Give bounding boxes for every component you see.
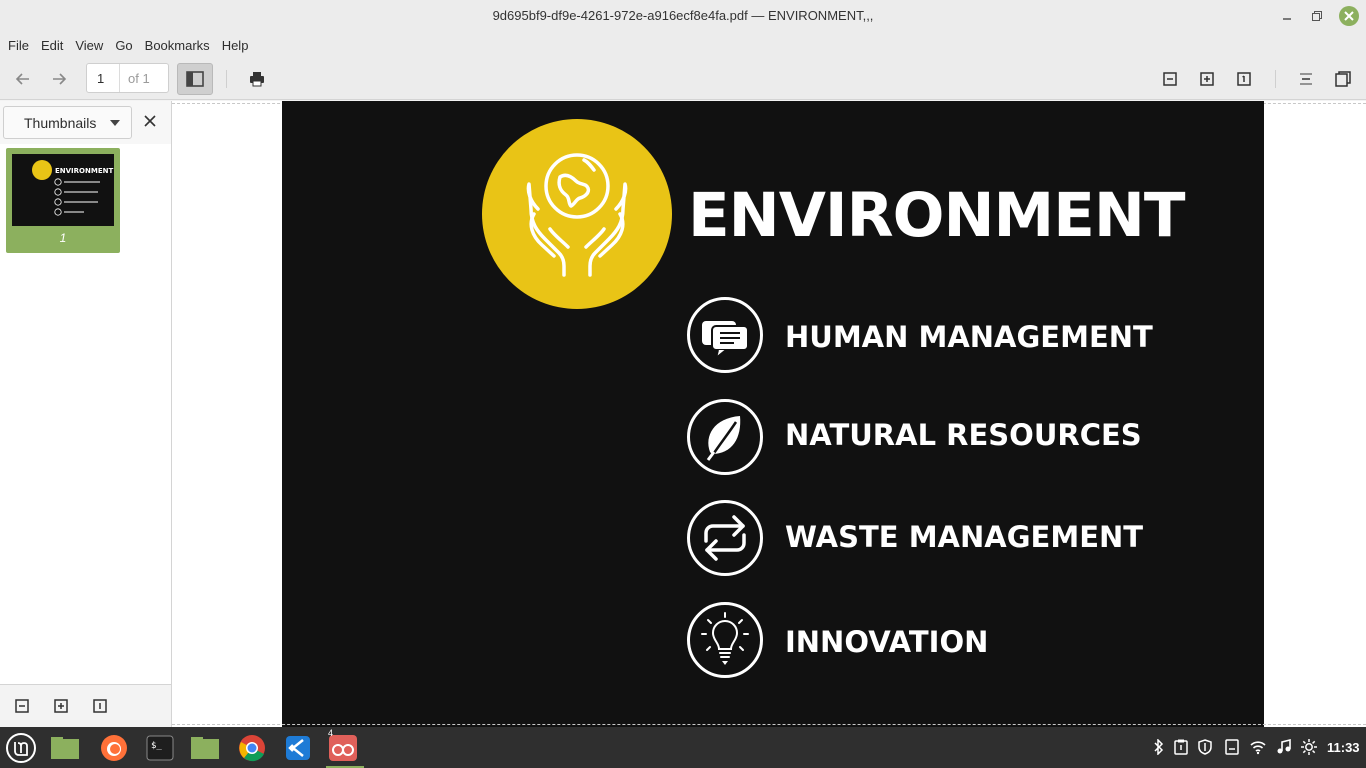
vscode-launcher[interactable]	[281, 731, 315, 765]
files-icon	[191, 737, 219, 759]
firefox-launcher[interactable]	[97, 731, 131, 765]
taskbar: $_ 4 11:33	[0, 727, 1366, 768]
page-total-label: of 1	[128, 71, 150, 86]
hands-globe-icon	[526, 153, 628, 277]
menu-edit[interactable]: Edit	[35, 38, 69, 53]
zoom-reset-icon	[1237, 72, 1251, 86]
thumbnail-image: ENVIRONMENT	[32, 160, 113, 216]
menu-help[interactable]: Help	[216, 38, 255, 53]
zoom-in-icon	[1200, 72, 1214, 86]
terminal-launcher[interactable]: $_	[143, 731, 177, 765]
mint-menu-icon	[6, 733, 36, 763]
document-viewer-icon	[329, 735, 357, 761]
natural-resources-badge	[687, 399, 763, 475]
toolbar-divider	[226, 70, 227, 88]
restore-icon	[1312, 11, 1322, 21]
document-view[interactable]: ENVIRONMENT HUMAN MANAGEMENT NATURAL RES…	[172, 101, 1366, 727]
brightness-icon[interactable]	[1301, 739, 1317, 755]
close-icon	[1344, 11, 1354, 21]
menu-bookmarks[interactable]: Bookmarks	[139, 38, 216, 53]
leaf-icon	[706, 416, 741, 461]
zoom-out-icon[interactable]	[15, 699, 31, 715]
waste-management-label: WASTE MANAGEMENT	[785, 520, 1144, 554]
page-edge-bottom	[172, 724, 1366, 725]
innovation-badge	[687, 602, 763, 678]
menu-go[interactable]: Go	[109, 38, 138, 53]
human-management-badge	[687, 297, 763, 373]
terminal-icon: $_	[146, 735, 174, 761]
close-sidebar-button[interactable]	[140, 111, 160, 131]
files-launcher[interactable]	[188, 731, 222, 765]
natural-resources-label: NATURAL RESOURCES	[785, 418, 1142, 452]
zoom-in-button[interactable]	[1192, 64, 1222, 94]
page-number-field[interactable]: 1 of 1	[86, 63, 169, 93]
menu-bar: File Edit View Go Bookmarks Help	[0, 32, 1366, 58]
sidebar-mode-label: Thumbnails	[24, 114, 97, 131]
show-desktop-icon	[51, 737, 79, 759]
window-title: 9d695bf9-df9e-4261-972e-a916ecf8e4fa.pdf…	[492, 8, 874, 23]
notes-icon[interactable]	[1224, 739, 1240, 755]
chevron-down-icon	[110, 120, 120, 126]
thumbnail-page-1[interactable]: ENVIRONMENT 1	[6, 148, 120, 253]
zoom-reset-icon[interactable]	[93, 699, 109, 715]
show-desktop-button[interactable]	[48, 731, 82, 765]
zoom-out-button[interactable]	[1155, 64, 1185, 94]
music-icon[interactable]	[1276, 739, 1292, 755]
clipboard-icon[interactable]	[1173, 739, 1189, 755]
page-layout-button[interactable]	[1291, 64, 1321, 94]
print-button[interactable]	[242, 64, 272, 94]
forward-button[interactable]	[44, 64, 74, 94]
fullscreen-icon	[1335, 71, 1351, 87]
close-window-button[interactable]	[1339, 6, 1359, 26]
document-heading: ENVIRONMENT	[688, 180, 1186, 251]
vscode-icon	[286, 736, 310, 760]
print-icon	[250, 72, 264, 87]
sidebar: Thumbnails ENVIRONMENT 1	[0, 101, 172, 727]
toolbar-divider	[1275, 70, 1276, 88]
innovation-label: INNOVATION	[785, 625, 989, 659]
menu-view[interactable]: View	[69, 38, 109, 53]
maximize-button[interactable]	[1307, 6, 1327, 26]
zoom-in-icon[interactable]	[54, 699, 70, 715]
mint-menu-button[interactable]	[4, 731, 38, 765]
sidebar-footer	[0, 684, 171, 727]
bluetooth-icon[interactable]	[1150, 739, 1166, 755]
chrome-launcher[interactable]	[235, 731, 269, 765]
back-button[interactable]	[8, 64, 38, 94]
sidebar-mode-dropdown[interactable]: Thumbnails	[3, 106, 132, 139]
chat-bubbles-icon	[702, 321, 749, 359]
shield-icon[interactable]	[1197, 739, 1213, 755]
thumbnail-preview: ENVIRONMENT	[12, 154, 114, 226]
firefox-icon	[101, 735, 127, 761]
svg-text:$_: $_	[151, 741, 162, 751]
zoom-reset-button[interactable]	[1229, 64, 1259, 94]
fullscreen-button[interactable]	[1328, 64, 1358, 94]
thumbnail-page-number: 1	[59, 231, 67, 245]
menu-file[interactable]: File	[2, 38, 35, 53]
sidebar-icon	[186, 71, 204, 87]
minimize-button[interactable]	[1277, 6, 1297, 26]
wifi-icon[interactable]	[1250, 739, 1266, 755]
page-layout-icon	[1300, 73, 1312, 85]
lightbulb-icon	[701, 612, 749, 665]
close-icon	[144, 115, 156, 127]
forward-arrow-icon	[53, 73, 67, 85]
recycle-arrows-icon	[704, 515, 746, 561]
zoom-out-icon	[1163, 72, 1177, 86]
human-management-label: HUMAN MANAGEMENT	[785, 320, 1153, 354]
minimize-icon	[1283, 18, 1291, 20]
page-current-input[interactable]: 1	[87, 64, 120, 92]
hands-globe-badge	[482, 119, 672, 309]
waste-management-badge	[687, 500, 763, 576]
title-bar: 9d695bf9-df9e-4261-972e-a916ecf8e4fa.pdf…	[0, 0, 1366, 32]
thumbnail-title: ENVIRONMENT	[55, 167, 113, 175]
back-arrow-icon	[15, 73, 29, 85]
pdf-page: ENVIRONMENT HUMAN MANAGEMENT NATURAL RES…	[282, 101, 1264, 727]
sidebar-toggle-button[interactable]	[177, 63, 213, 95]
chrome-icon	[239, 735, 265, 762]
toolbar	[0, 58, 1366, 100]
clock[interactable]: 11:33	[1327, 740, 1360, 755]
window-count-badge: 4	[328, 728, 334, 738]
